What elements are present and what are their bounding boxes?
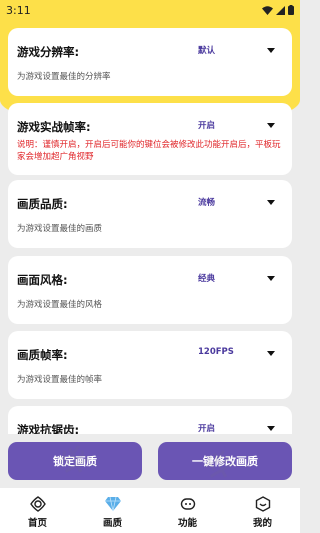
- tab-quality[interactable]: 画质: [75, 488, 150, 533]
- setting-value[interactable]: 经典: [198, 272, 215, 284]
- setting-card-frame-rate-combat[interactable]: 游戏实战帧率: 开启 说明：谨慎开启，开启后可能你的键位会被修改此功能开启后，平…: [8, 103, 292, 175]
- tab-home[interactable]: 首页: [0, 488, 75, 533]
- lock-quality-button[interactable]: 锁定画质: [8, 442, 142, 480]
- chevron-down-icon[interactable]: [267, 48, 275, 53]
- setting-title: 画质帧率:: [17, 348, 68, 362]
- tab-label: 画质: [102, 518, 122, 529]
- home-icon: [28, 494, 48, 514]
- tab-function[interactable]: 功能: [150, 488, 225, 533]
- setting-card-style[interactable]: 画面风格: 经典 为游戏设置最佳的风格: [8, 256, 292, 324]
- setting-title: 游戏分辨率:: [17, 45, 80, 59]
- tab-label: 功能: [177, 518, 197, 529]
- setting-value[interactable]: 流畅: [198, 196, 215, 208]
- setting-title: 画质品质:: [17, 197, 68, 211]
- setting-desc: 为游戏设置最佳的分辨率: [17, 72, 111, 82]
- tab-label: 首页: [27, 518, 47, 529]
- setting-card-quality[interactable]: 画质品质: 流畅 为游戏设置最佳的画质: [8, 180, 292, 248]
- setting-card-fps[interactable]: 画质帧率: 120FPS 为游戏设置最佳的帧率: [8, 331, 292, 399]
- setting-desc: 为游戏设置最佳的画质: [17, 224, 103, 234]
- function-icon: [178, 494, 198, 514]
- setting-value[interactable]: 开启: [198, 422, 215, 434]
- chevron-down-icon[interactable]: [267, 123, 275, 128]
- profile-icon: [253, 494, 273, 514]
- setting-value[interactable]: 默认: [198, 44, 215, 56]
- wifi-icon: [262, 5, 273, 15]
- chevron-down-icon[interactable]: [267, 276, 275, 281]
- setting-value[interactable]: 开启: [198, 119, 215, 131]
- setting-desc: 为游戏设置最佳的风格: [17, 300, 103, 310]
- setting-warning: 说明：谨慎开启，开启后可能你的键位会被修改此功能开启后，平板玩家会增加超广角视野: [17, 140, 281, 162]
- setting-card-resolution[interactable]: 游戏分辨率: 默认 为游戏设置最佳的分辨率: [8, 28, 292, 96]
- chevron-down-icon[interactable]: [267, 200, 275, 205]
- setting-desc: 为游戏设置最佳的帧率: [17, 375, 103, 385]
- tab-profile[interactable]: 我的: [225, 488, 300, 533]
- status-time: 3:11: [6, 3, 31, 17]
- tab-label: 我的: [252, 518, 272, 529]
- diamond-icon: [103, 494, 123, 514]
- setting-title: 画面风格:: [17, 273, 68, 287]
- battery-icon: [288, 5, 294, 15]
- chevron-down-icon[interactable]: [267, 351, 275, 356]
- status-bar: 3:11: [0, 0, 300, 20]
- setting-value[interactable]: 120FPS: [198, 347, 234, 357]
- signal-icon: [276, 5, 285, 15]
- chevron-down-icon[interactable]: [267, 426, 275, 431]
- tab-bar: 首页 画质 功能 我的: [0, 488, 300, 533]
- apply-quality-button[interactable]: 一键修改画质: [158, 442, 292, 480]
- setting-title: 游戏实战帧率:: [17, 120, 91, 134]
